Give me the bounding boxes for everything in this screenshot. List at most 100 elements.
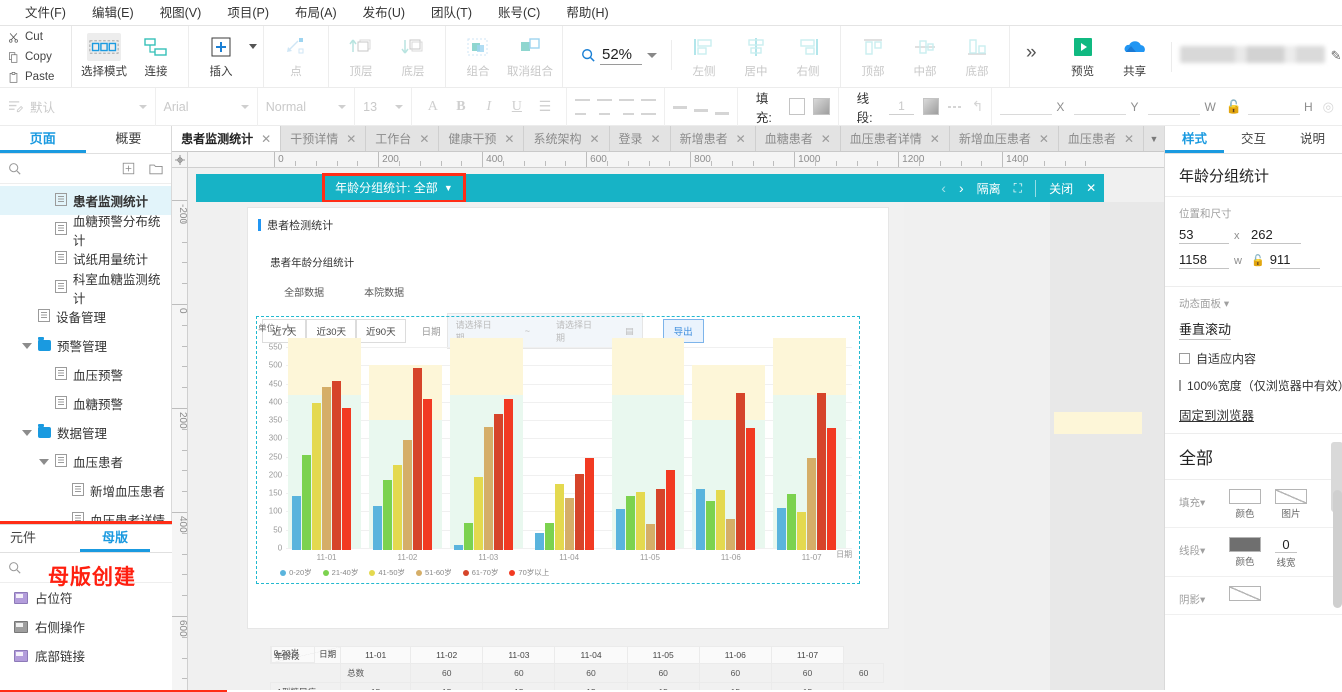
- shadow-cell[interactable]: [1229, 586, 1261, 601]
- sidebar-item-科室血糖监测统计[interactable]: 科室血糖监测统计: [0, 273, 171, 306]
- close-icon[interactable]: ✕: [419, 132, 429, 146]
- align-left-button[interactable]: 左侧: [678, 30, 730, 79]
- line-width-value[interactable]: 0: [1275, 537, 1297, 553]
- menu-item-layout[interactable]: 布局(A): [282, 0, 350, 26]
- chevron-down-icon[interactable]: [338, 104, 347, 109]
- search-icon[interactable]: [8, 162, 21, 175]
- fill-control[interactable]: 填充:: [738, 87, 839, 126]
- width-field[interactable]: 1158: [1179, 252, 1229, 269]
- cut-button[interactable]: Cut: [0, 27, 71, 47]
- shadow-caption[interactable]: 阴影▾: [1179, 586, 1215, 607]
- send-back-button[interactable]: 底层: [387, 30, 439, 79]
- valign-bottom-icon[interactable]: [714, 94, 729, 120]
- add-folder-icon[interactable]: [149, 162, 163, 175]
- shadow-swatch[interactable]: [1229, 586, 1261, 601]
- tab-style[interactable]: 样式: [1165, 126, 1224, 153]
- tab-local-data[interactable]: 本院数据: [364, 284, 404, 299]
- preview-button[interactable]: 预览: [1057, 30, 1109, 79]
- chevron-down-icon[interactable]: [240, 104, 249, 109]
- fill-image-swatch[interactable]: [1275, 489, 1307, 504]
- align-text-center-icon[interactable]: [596, 93, 612, 121]
- chart-bar[interactable]: [422, 398, 432, 550]
- chart-bar[interactable]: [292, 495, 302, 550]
- lock-ratio-icon[interactable]: 🔓: [1226, 99, 1242, 115]
- horizontal-ruler[interactable]: 0 200 400 600 800 1000 1200 1400: [188, 152, 1164, 167]
- chart-bar[interactable]: [655, 489, 665, 550]
- sidebar-item-血糖预警分布统计[interactable]: 血糖预警分布统计: [0, 215, 171, 248]
- fill-gradient-swatch[interactable]: [813, 98, 830, 115]
- tab-widgets[interactable]: 元件: [0, 525, 80, 552]
- isolate-icon[interactable]: ⛶: [1014, 181, 1022, 196]
- line-arrow-icon[interactable]: ↰: [972, 98, 984, 115]
- document-tab[interactable]: 登录 ✕: [609, 126, 671, 151]
- close-icon[interactable]: ✕: [589, 132, 599, 146]
- chevron-down-icon[interactable]: [394, 104, 403, 109]
- chart-bar[interactable]: [726, 519, 736, 550]
- chart-bar[interactable]: [625, 495, 635, 550]
- visibility-eye-icon[interactable]: ◎: [1323, 99, 1334, 115]
- menu-item-view[interactable]: 视图(V): [147, 0, 215, 26]
- menu-item-team[interactable]: 团队(T): [418, 0, 485, 26]
- chevron-down-icon[interactable]: [647, 52, 658, 58]
- ungroup-button[interactable]: 取消组合: [504, 30, 556, 79]
- document-tab[interactable]: 工作台 ✕: [366, 126, 440, 151]
- checkbox-icon[interactable]: [1179, 380, 1181, 391]
- chart-bar[interactable]: [503, 399, 513, 550]
- fill-caption[interactable]: 填充▾: [1179, 489, 1215, 510]
- dynamic-panel-caption[interactable]: 动态面板 ▾: [1179, 296, 1342, 311]
- fill-color-swatch[interactable]: [1229, 489, 1261, 504]
- legend-item[interactable]: 61-70岁: [462, 567, 498, 578]
- legend-item[interactable]: 21-40岁: [322, 567, 358, 578]
- insert-button[interactable]: 插入: [195, 30, 247, 79]
- list-icon[interactable]: ☰: [532, 98, 558, 115]
- fill-color-swatch[interactable]: [789, 98, 806, 115]
- align-text-justify-icon[interactable]: [640, 93, 656, 121]
- align-center-button[interactable]: 居中: [730, 30, 782, 79]
- tab-notes[interactable]: 说明: [1283, 126, 1342, 153]
- chart-bar[interactable]: [777, 508, 787, 550]
- sidebar-item-新增血压患者[interactable]: 新增血压患者: [0, 476, 171, 505]
- prev-state-button[interactable]: ‹: [941, 180, 946, 196]
- align-top-button[interactable]: 顶部: [847, 30, 899, 79]
- close-icon[interactable]: ✕: [346, 132, 356, 146]
- ruler-origin-icon[interactable]: [172, 152, 189, 167]
- chart-bar[interactable]: [534, 532, 544, 550]
- document-tab[interactable]: 血压患者详情 ✕: [840, 126, 950, 151]
- paste-button[interactable]: Paste: [0, 67, 71, 87]
- y-field[interactable]: 262: [1251, 227, 1301, 244]
- chart-bar[interactable]: [736, 392, 746, 550]
- lock-ratio-icon[interactable]: 🔓: [1251, 254, 1265, 267]
- legend-item[interactable]: 70岁以上: [509, 567, 549, 578]
- chart-bar[interactable]: [746, 428, 756, 550]
- sidebar-item-血糖预警[interactable]: 血糖预警: [0, 389, 171, 418]
- tab-pages[interactable]: 页面: [0, 126, 86, 153]
- sidebar-item-预警管理[interactable]: 预警管理: [0, 331, 171, 360]
- close-icon[interactable]: ✕: [736, 132, 746, 146]
- chart-bar[interactable]: [797, 511, 807, 550]
- document-tab[interactable]: 血压患者 ✕: [1058, 126, 1144, 151]
- chart-bar[interactable]: [544, 523, 554, 550]
- bring-front-button[interactable]: 顶层: [335, 30, 387, 79]
- document-tab[interactable]: 干预详情 ✕: [281, 126, 367, 151]
- line-width-cell[interactable]: 0 线宽: [1275, 537, 1297, 569]
- chart-bar[interactable]: [706, 501, 716, 550]
- menu-item-publish[interactable]: 发布(U): [350, 0, 418, 26]
- chart-bar[interactable]: [312, 403, 322, 550]
- chart-bar[interactable]: [473, 476, 483, 550]
- isolate-button[interactable]: 隔离: [977, 180, 1001, 197]
- chart-bar[interactable]: [402, 439, 412, 550]
- line-control[interactable]: 线段: 1 ↰: [839, 87, 993, 126]
- legend-item[interactable]: 0-20岁: [280, 567, 312, 578]
- bold-icon[interactable]: B: [448, 99, 474, 115]
- chart-bar[interactable]: [807, 457, 817, 550]
- chart-bar[interactable]: [827, 428, 837, 550]
- properties-scrollbar-thumb[interactable]: [1333, 490, 1342, 608]
- tab-all-data[interactable]: 全部数据: [284, 284, 324, 299]
- align-text-left-icon[interactable]: [574, 93, 590, 121]
- chart-bar[interactable]: [554, 483, 564, 550]
- chart-bar[interactable]: [392, 464, 402, 550]
- document-tab[interactable]: 新增患者 ✕: [670, 126, 756, 151]
- line-color-swatch[interactable]: [922, 98, 939, 115]
- share-button[interactable]: 共享: [1109, 30, 1161, 79]
- toolbar-overflow-button[interactable]: »: [1010, 42, 1051, 87]
